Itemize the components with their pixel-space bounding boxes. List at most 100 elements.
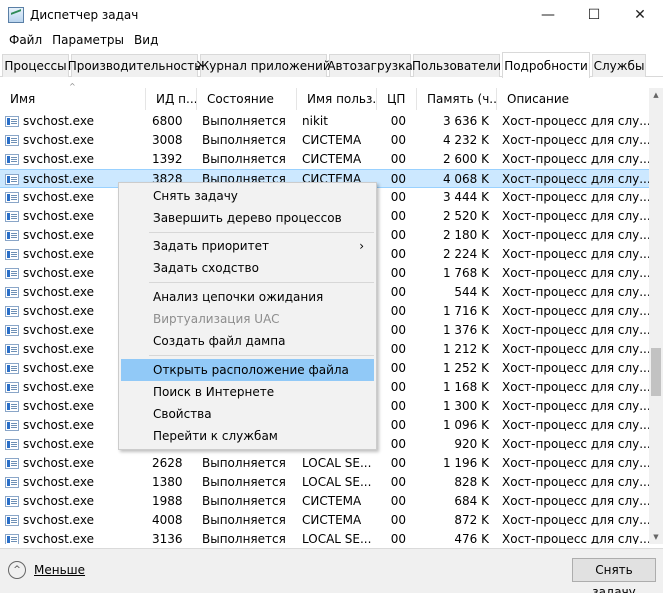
cell-cpu: 00 <box>390 114 406 128</box>
tab-details[interactable]: Подробности <box>502 52 590 78</box>
tab-startup[interactable]: Автозагрузка <box>327 54 413 77</box>
cell-name: svchost.exe <box>23 494 94 508</box>
cell-user: LOCAL SE... <box>302 475 372 489</box>
cell-description: Хост-процесс для слу... <box>502 399 649 413</box>
cell-name: svchost.exe <box>23 456 94 470</box>
cell-cpu: 00 <box>390 513 406 527</box>
column-header-description[interactable]: Описание <box>496 88 649 110</box>
cell-status: Выполняется <box>202 133 286 147</box>
menu-item-go-to-services[interactable]: Перейти к службам <box>121 425 374 447</box>
scroll-down-arrow-icon[interactable]: ▼ <box>649 530 663 544</box>
cell-pid: 1380 <box>152 475 183 489</box>
process-icon <box>5 420 19 431</box>
cell-user: LOCAL SE... <box>302 532 372 544</box>
tab-performance[interactable]: Производительность <box>68 54 201 77</box>
cell-user: СИСТЕМА <box>302 513 362 527</box>
cell-memory: 1 212 K <box>442 342 489 356</box>
menu-item-end-process-tree[interactable]: Завершить дерево процессов <box>121 207 374 229</box>
title-bar: Диспетчер задач — ☐ ✕ <box>0 0 663 30</box>
cell-description: Хост-процесс для слу... <box>502 152 649 166</box>
column-header-name[interactable]: Имя <box>0 88 145 110</box>
cell-cpu: 00 <box>390 494 406 508</box>
menu-file[interactable]: Файл <box>4 33 47 47</box>
scroll-thumb[interactable] <box>651 348 661 396</box>
cell-memory: 544 K <box>454 285 489 299</box>
cell-cpu: 00 <box>390 342 406 356</box>
menu-item-uac-virtualization: Виртуализация UAC <box>153 312 280 326</box>
vertical-scrollbar[interactable]: ▲ ▼ <box>649 88 663 544</box>
menu-item-set-affinity[interactable]: Задать сходство <box>121 257 374 279</box>
footer-bar: ^ Меньше Снять задачу <box>0 548 663 593</box>
process-icon <box>5 135 19 146</box>
task-manager-app-icon <box>8 7 24 23</box>
menu-item-open-file-location[interactable]: Открыть расположение файла <box>121 359 374 381</box>
column-header-user[interactable]: Имя польз... <box>296 88 376 110</box>
menu-item-search-online[interactable]: Поиск в Интернете <box>121 381 374 403</box>
table-row[interactable]: svchost.exe 3136 Выполняется LOCAL SE... 00 4… <box>0 530 649 544</box>
cell-memory: 1 768 K <box>442 266 489 280</box>
column-header-memory[interactable]: Память (ч... <box>416 88 496 110</box>
cell-cpu: 00 <box>390 209 406 223</box>
minimize-button[interactable]: — <box>525 0 571 30</box>
menu-separator <box>149 232 374 233</box>
cell-name: svchost.exe <box>23 475 94 489</box>
table-row[interactable]: svchost.exe 3008 Выполняется СИСТЕМА 00 4 232… <box>0 131 649 150</box>
cell-memory: 1 196 K <box>442 456 489 470</box>
cell-description: Хост-процесс для слу... <box>502 285 649 299</box>
maximize-button[interactable]: ☐ <box>571 0 617 30</box>
column-header-status[interactable]: Состояние <box>196 88 296 110</box>
process-icon <box>5 458 19 469</box>
cell-description: Хост-процесс для слу... <box>502 114 649 128</box>
table-row[interactable]: svchost.exe 2628 Выполняется LOCAL SE... 00 1… <box>0 454 649 473</box>
fewer-details-toggle[interactable]: ^ Меньше <box>8 561 85 579</box>
tab-users[interactable]: Пользователи <box>412 54 501 77</box>
window-controls: — ☐ ✕ <box>525 0 663 30</box>
cell-pid: 1392 <box>152 152 183 166</box>
table-row[interactable]: svchost.exe 4008 Выполняется СИСТЕМА 00 872 K… <box>0 511 649 530</box>
cell-description: Хост-процесс для слу... <box>502 133 649 147</box>
process-icon <box>5 154 19 165</box>
cell-memory: 4 232 K <box>442 133 489 147</box>
cell-name: svchost.exe <box>23 513 94 527</box>
cell-memory: 2 600 K <box>442 152 489 166</box>
close-button[interactable]: ✕ <box>617 0 663 30</box>
column-header-pid[interactable]: ИД п... <box>145 88 196 110</box>
tab-app-history[interactable]: Журнал приложений <box>196 54 331 77</box>
menu-item-analyze-wait-chain[interactable]: Анализ цепочки ожидания <box>121 286 374 308</box>
cell-user: СИСТЕМА <box>302 152 362 166</box>
cell-memory: 828 K <box>454 475 489 489</box>
cell-memory: 684 K <box>454 494 489 508</box>
cell-memory: 4 068 K <box>442 172 489 186</box>
scroll-up-arrow-icon[interactable]: ▲ <box>649 88 663 102</box>
process-icon <box>5 439 19 450</box>
cell-name: svchost.exe <box>23 133 94 147</box>
table-row[interactable]: svchost.exe 1988 Выполняется СИСТЕМА 00 684 K… <box>0 492 649 511</box>
submenu-arrow-icon: › <box>359 239 364 253</box>
menu-options[interactable]: Параметры <box>47 33 129 47</box>
menu-view[interactable]: Вид <box>129 33 163 47</box>
cell-memory: 1 300 K <box>442 399 489 413</box>
cell-description: Хост-процесс для слу... <box>502 342 649 356</box>
cell-user: СИСТЕМА <box>302 133 362 147</box>
process-icon <box>5 325 19 336</box>
table-row[interactable]: svchost.exe 1392 Выполняется СИСТЕМА 00 2 600… <box>0 150 649 169</box>
menu-item-set-priority[interactable]: Задать приоритет › <box>121 235 374 257</box>
tab-services[interactable]: Службы <box>592 54 646 77</box>
cell-cpu: 00 <box>390 266 406 280</box>
process-icon <box>5 401 19 412</box>
column-header-cpu[interactable]: ЦП <box>376 88 416 110</box>
cell-cpu: 00 <box>390 437 406 451</box>
table-row[interactable]: svchost.exe 1380 Выполняется LOCAL SE... 00 8… <box>0 473 649 492</box>
menu-item-end-task[interactable]: Снять задачу <box>121 185 374 207</box>
cell-cpu: 00 <box>390 133 406 147</box>
menu-item-properties[interactable]: Свойства <box>121 403 374 425</box>
menu-item-create-dump-file[interactable]: Создать файл дампа <box>121 330 374 352</box>
cell-description: Хост-процесс для слу... <box>502 456 649 470</box>
table-row[interactable]: svchost.exe 6800 Выполняется nikit 00 3 636 K… <box>0 112 649 131</box>
cell-cpu: 00 <box>390 172 406 186</box>
cell-name: svchost.exe <box>23 114 94 128</box>
end-task-button[interactable]: Снять задачу <box>572 558 656 593</box>
process-icon <box>5 344 19 355</box>
cell-pid: 1988 <box>152 494 183 508</box>
tab-processes[interactable]: Процессы <box>2 54 69 77</box>
